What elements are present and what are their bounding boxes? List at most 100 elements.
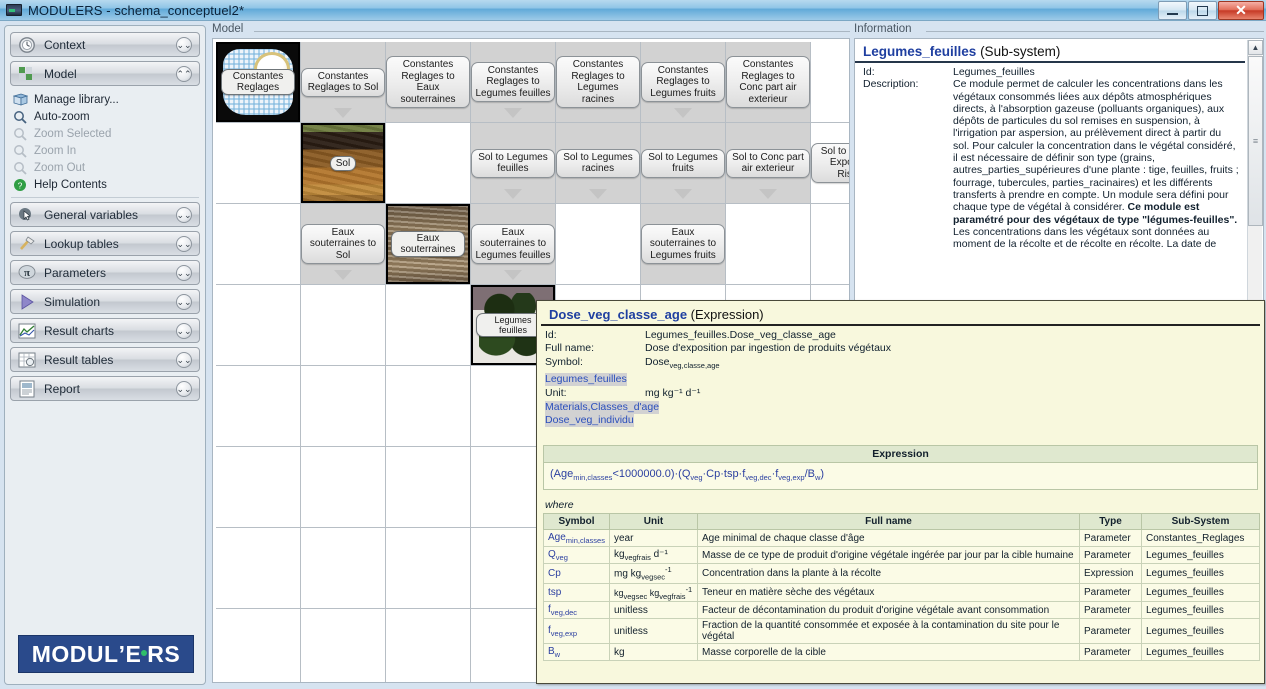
magnifier-plus-icon	[13, 144, 28, 158]
detail-value-link[interactable]: Materials,Classes_d'age	[545, 401, 660, 415]
cell-unit: kgvegfrais d⁻¹	[609, 546, 698, 565]
table-row[interactable]: Qveg kgvegfrais d⁻¹ Masse de ce type de …	[543, 546, 1260, 565]
grid-cell[interactable]	[301, 609, 386, 682]
grid-cell[interactable]	[386, 123, 471, 204]
detail-value-link[interactable]: Legumes_feuilles	[545, 373, 627, 387]
chevron-down-icon[interactable]: ⌄⌄	[176, 352, 192, 368]
grid-cell[interactable]	[216, 609, 301, 682]
node-sol[interactable]: Sol	[301, 123, 385, 203]
grid-cell[interactable]	[216, 528, 301, 609]
detail-key: Unit:	[545, 387, 567, 400]
grid-cell[interactable]	[301, 285, 386, 366]
link-eaux-souterraines-to-legumes-feuilles[interactable]: Eaux souterraines to Legumes feuilles	[471, 204, 555, 284]
chevron-down-icon[interactable]: ⌄⌄	[176, 207, 192, 223]
link-sol-to-legumes-racines[interactable]: Sol to Legumes racines	[556, 123, 640, 203]
grid-cell[interactable]	[386, 528, 471, 609]
link-constantes-reglages-to-legumes-racines[interactable]: Constantes Reglages to Legumes racines	[556, 42, 640, 122]
link-eaux-souterraines-to-sol[interactable]: Eaux souterraines to Sol	[301, 204, 385, 284]
grid-cell[interactable]	[811, 204, 849, 285]
information-row-key: Id:	[863, 66, 875, 78]
cell-unit: year	[609, 529, 698, 548]
sidebar-section-model[interactable]: Model ⌃⌃	[10, 61, 200, 86]
grid-cell[interactable]	[301, 447, 386, 528]
table-row[interactable]: fveg,exp unitless Fraction de la quantit…	[543, 618, 1260, 645]
grid-cell[interactable]	[216, 123, 301, 204]
maximize-button[interactable]	[1188, 1, 1217, 20]
grid-cell[interactable]	[386, 447, 471, 528]
grid-cell[interactable]	[216, 366, 301, 447]
minimize-button[interactable]	[1158, 1, 1187, 20]
information-title: Legumes_feuilles (Sub-system)	[855, 39, 1245, 63]
link-eaux-souterraines-to-legumes-fruits[interactable]: Eaux souterraines to Legumes fruits	[641, 204, 725, 284]
sidebar-section-simulation[interactable]: Simulation ⌄⌄	[10, 289, 200, 314]
unit-base: mg kg	[614, 568, 642, 580]
link-sol-to-legumes-feuilles[interactable]: Sol to Legumes feuilles	[471, 123, 555, 203]
chevron-down-icon[interactable]: ⌄⌄	[176, 265, 192, 281]
close-button[interactable]: ✕	[1218, 1, 1264, 20]
model-group-legend: Model	[212, 23, 248, 35]
sidebar-section-lookup-tables[interactable]: Lookup tables ⌄⌄	[10, 231, 200, 256]
link-sol-to-conc-part-air-exterieur[interactable]: Sol to Conc part air exterieur	[726, 123, 810, 203]
chevron-down-icon[interactable]: ⌄⌄	[176, 236, 192, 252]
grid-cell[interactable]	[556, 204, 641, 285]
menu-item-auto-zoom[interactable]: Auto-zoom	[13, 108, 205, 125]
link-constantes-reglages-to-legumes-fruits[interactable]: Constantes Reglages to Legumes fruits	[641, 42, 725, 122]
information-row-id: Id: Legumes_feuilles	[863, 66, 1239, 78]
unit-sup: -1	[685, 584, 693, 594]
sidebar-section-report[interactable]: Report ⌄⌄	[10, 376, 200, 401]
sidebar-section-context[interactable]: Context ⌄⌄	[10, 32, 200, 57]
chevron-down-icon[interactable]: ⌄⌄	[176, 294, 192, 310]
menu-item-help-contents[interactable]: ? Help Contents	[13, 176, 205, 193]
link-constantes-reglages-to-conc-part-air-exterieur[interactable]: Constantes Reglages to Conc part air ext…	[726, 42, 810, 122]
menu-item-zoom-selected[interactable]: Zoom Selected	[13, 125, 205, 142]
link-constantes-reglages-to-sol[interactable]: Constantes Reglages to Sol	[301, 42, 385, 122]
grid-cell[interactable]	[811, 42, 849, 123]
menu-item-manage-library[interactable]: Manage library...	[12, 91, 205, 108]
link-sol-to-legumes-fruits[interactable]: Sol to Legumes fruits	[641, 123, 725, 203]
detail-value: Doseveg,classe,age	[645, 355, 720, 373]
grid-cell[interactable]	[216, 285, 301, 366]
sidebar-section-result-charts[interactable]: Result charts ⌄⌄	[10, 318, 200, 343]
table-row[interactable]: tsp kgvegsec kgvegfrais-1 Teneur en mati…	[543, 582, 1260, 603]
table-row[interactable]: Cp mg kgvegsec-1 Concentration dans la p…	[543, 563, 1260, 584]
grid-cell[interactable]	[216, 204, 301, 285]
grid-cell[interactable]	[386, 366, 471, 447]
chevron-down-icon[interactable]: ⌄⌄	[176, 323, 192, 339]
table-row[interactable]: Bw kg Masse corporelle de la cible Param…	[543, 643, 1260, 662]
node-eaux-souterraines[interactable]: Eaux souterraines	[386, 204, 470, 284]
detail-symbol-base: Dose	[645, 356, 670, 368]
link-constantes-reglages-to-eaux-souterraines[interactable]: Constantes Reglages to Eaux souterraines	[386, 42, 470, 122]
detail-row-referenced-by: Referenced by: Dose_veg_individu	[545, 414, 1264, 428]
detail-value-link[interactable]: Dose_veg_individu	[545, 414, 634, 428]
grid-cell[interactable]	[301, 366, 386, 447]
grid-cell[interactable]	[386, 285, 471, 366]
node-constantes-reglages[interactable]: Constantes Reglages	[216, 42, 300, 122]
window-controls[interactable]: ✕	[1157, 1, 1264, 20]
chevron-up-icon[interactable]: ⌃⌃	[176, 66, 192, 82]
cursor-icon	[17, 206, 37, 224]
sidebar-section-general-variables[interactable]: General variables ⌄⌄	[10, 202, 200, 227]
menu-item-zoom-in[interactable]: Zoom In	[13, 142, 205, 159]
sidebar-section-parameters[interactable]: π Parameters ⌄⌄	[10, 260, 200, 285]
link-constantes-reglages-to-legumes-feuilles[interactable]: Constantes Reglages to Legumes feuilles	[471, 42, 555, 122]
table-row[interactable]: fveg,dec unitless Facteur de décontamina…	[543, 601, 1260, 620]
link-sol-to-niveaux-exposition-risque[interactable]: Sol to Niveaux Exposition Risque	[811, 123, 849, 203]
table-row[interactable]: Agemin,classes year Age minimal de chaqu…	[543, 529, 1260, 548]
grid-cell[interactable]	[216, 447, 301, 528]
sidebar-section-label: Lookup tables	[44, 236, 119, 251]
detail-row-id: Id: Legumes_feuilles.Dose_veg_classe_age	[545, 329, 1264, 342]
chevron-down-icon[interactable]: ⌄⌄	[176, 381, 192, 397]
sidebar-section-result-tables[interactable]: Result tables ⌄⌄	[10, 347, 200, 372]
scroll-thumb[interactable]: ≡	[1248, 56, 1263, 226]
expression-formula: (Agemin,classes<1000000.0)·(Qveg·Cp·tsp·…	[543, 463, 1258, 491]
close-icon: ✕	[1235, 2, 1247, 18]
cell-full-name: Age minimal de chaque classe d'âge	[697, 529, 1080, 548]
grid-cell[interactable]	[386, 609, 471, 682]
menu-item-zoom-out[interactable]: Zoom Out	[13, 159, 205, 176]
grid-cell[interactable]	[726, 204, 811, 285]
chevron-down-icon[interactable]: ⌄⌄	[176, 37, 192, 53]
cell-subsystem: Legumes_feuilles	[1141, 563, 1260, 584]
unit-base: kg	[614, 548, 625, 560]
scroll-up-button[interactable]: ▲	[1248, 40, 1263, 55]
grid-cell[interactable]	[301, 528, 386, 609]
